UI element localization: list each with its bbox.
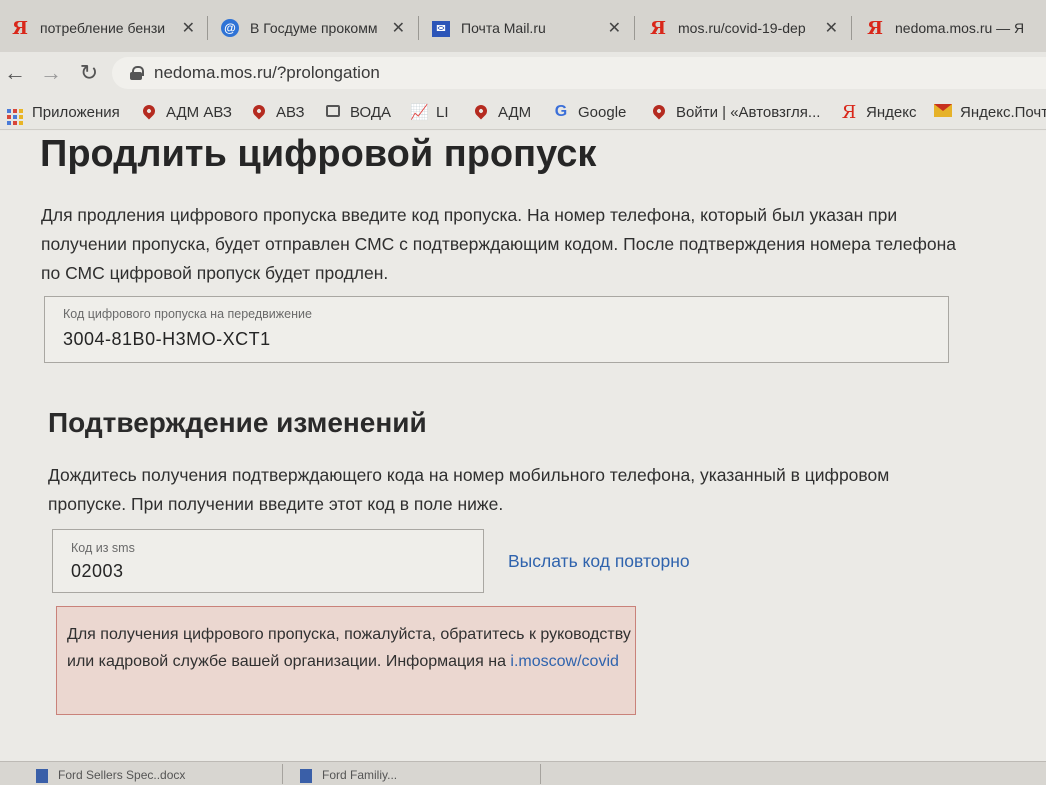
tab-fuel-consumption[interactable]: Я потребление бензи ✕ [0, 8, 205, 48]
close-icon[interactable]: ✕ [392, 18, 405, 38]
yandex-mail-icon [934, 103, 952, 121]
navigation-bar: ← → ↻ nedoma.mos.ru/?prolongation [0, 52, 1046, 94]
bookmark-label: Войти | «Автовзгля... [676, 103, 821, 121]
tab-title: mos.ru/covid-19-dep [678, 20, 806, 36]
intro-text: Для продления цифрового пропуска введите… [41, 205, 956, 283]
mailru-icon: ✉ [432, 20, 450, 37]
forward-arrow-icon[interactable]: → [38, 60, 64, 86]
bookmark-yandex[interactable]: Я Яндекс [840, 100, 917, 124]
tab-mail-ru[interactable]: ✉ Почта Mail.ru ✕ [421, 8, 631, 48]
bookmark-avtovzglyad[interactable]: Войти | «Автовзгля... [650, 100, 820, 124]
close-icon[interactable]: ✕ [182, 18, 195, 38]
bookmark-label: Яндекс.Почт [960, 103, 1046, 121]
apps-icon [6, 100, 24, 125]
back-arrow-icon[interactable]: ← [2, 60, 28, 86]
taskbar: Ford Sellers Spec..docx Ford Familiy... [0, 761, 1046, 785]
yandex-icon: Я [867, 17, 883, 39]
map-pin-icon [140, 102, 158, 121]
bookmark-voda[interactable]: ВОДА [324, 100, 391, 124]
google-icon: G [554, 103, 568, 120]
bookmark-yandex-mail[interactable]: Яндекс.Почт [934, 100, 1046, 124]
tab-title: Почта Mail.ru [461, 20, 546, 36]
pass-code-label: Код цифрового пропуска на передвижение [63, 307, 312, 321]
word-doc-icon [36, 768, 48, 783]
resend-code-link[interactable]: Выслать код повторно [508, 551, 690, 572]
bookmarks-bar: Приложения АДМ АВЗ АВЗ ВОДА 📈 LI АДМ G G… [0, 94, 1046, 130]
tab-mos-covid[interactable]: Я mos.ru/covid-19-dep ✕ [638, 8, 848, 48]
yandex-icon: Я [650, 17, 666, 39]
sms-code-label: Код из sms [71, 541, 135, 555]
bookmark-label: Яндекс [866, 103, 917, 121]
taskbar-divider [540, 764, 541, 784]
taskbar-item-label: Ford Sellers Spec..docx [58, 768, 186, 782]
tab-divider [207, 16, 208, 40]
tab-divider [418, 16, 419, 40]
bookmark-avz[interactable]: АВЗ [250, 100, 305, 124]
address-bar[interactable]: nedoma.mos.ru/?prolongation [112, 57, 1046, 89]
word-doc-icon [300, 768, 312, 783]
bookmark-apps[interactable]: Приложения [6, 100, 120, 125]
tab-title: nedoma.mos.ru — Я [895, 20, 1025, 36]
tab-divider [851, 16, 852, 40]
covid-info-link[interactable]: i.moscow/covid [510, 653, 618, 670]
taskbar-item-document-2[interactable]: Ford Familiy... [300, 768, 540, 783]
map-pin-icon [250, 102, 268, 121]
close-icon[interactable]: ✕ [608, 18, 621, 38]
chat-icon [324, 104, 342, 121]
taskbar-item-document[interactable]: Ford Sellers Spec..docx [36, 768, 276, 783]
error-message-box: Для получения цифрового пропуска, пожалу… [56, 606, 636, 715]
confirm-instruction: Дождитесь получения подтверждающего кода… [48, 465, 890, 514]
confirm-title: Подтверждение изменений [48, 407, 427, 438]
chart-icon: 📈 [410, 104, 429, 121]
url-text: nedoma.mos.ru/?prolongation [154, 63, 380, 82]
bookmark-label: АДМ АВЗ [166, 103, 232, 121]
bookmark-label: Google [578, 103, 627, 121]
map-pin-icon [472, 102, 490, 121]
page-content: Продлить цифровой пропуск Для продления … [0, 131, 1046, 761]
bookmark-label: ВОДА [350, 103, 392, 121]
map-pin-icon [650, 102, 668, 121]
page-title: Продлить цифровой пропуск [40, 133, 597, 175]
bookmark-label: АВЗ [276, 103, 305, 121]
tab-title: В Госдуме прокомм [250, 20, 378, 36]
tab-gosduma[interactable]: @ В Госдуме прокомм ✕ [210, 8, 415, 48]
tab-divider [634, 16, 635, 40]
tab-nedoma[interactable]: Я nedoma.mos.ru — Я [855, 8, 1046, 48]
lock-icon [130, 66, 144, 80]
bookmark-adm[interactable]: АДМ [472, 100, 531, 124]
reload-icon[interactable]: ↻ [76, 60, 102, 86]
yandex-icon: Я [841, 101, 857, 123]
yandex-icon: Я [12, 17, 28, 39]
mail-at-icon: @ [221, 19, 239, 37]
tab-title: потребление бензи [40, 20, 166, 36]
close-icon[interactable]: ✕ [825, 18, 838, 38]
tab-strip: Я потребление бензи ✕ @ В Госдуме проком… [0, 0, 1046, 52]
bookmark-label: АДМ [498, 103, 532, 121]
sms-code-value[interactable]: 02003 [71, 561, 124, 582]
bookmark-google[interactable]: G Google [552, 100, 627, 124]
bookmark-li[interactable]: 📈 LI [410, 100, 449, 124]
bookmark-label: LI [436, 103, 449, 121]
pass-code-value[interactable]: 3004-81B0-H3MO-XCT1 [63, 329, 271, 350]
bookmark-adm-avz[interactable]: АДМ АВЗ [140, 100, 232, 124]
sms-code-field[interactable]: Код из sms 02003 [52, 529, 484, 593]
pass-code-field[interactable]: Код цифрового пропуска на передвижение 3… [44, 296, 949, 363]
taskbar-divider [282, 764, 283, 784]
bookmark-label: Приложения [32, 103, 120, 121]
taskbar-item-label: Ford Familiy... [322, 768, 398, 782]
